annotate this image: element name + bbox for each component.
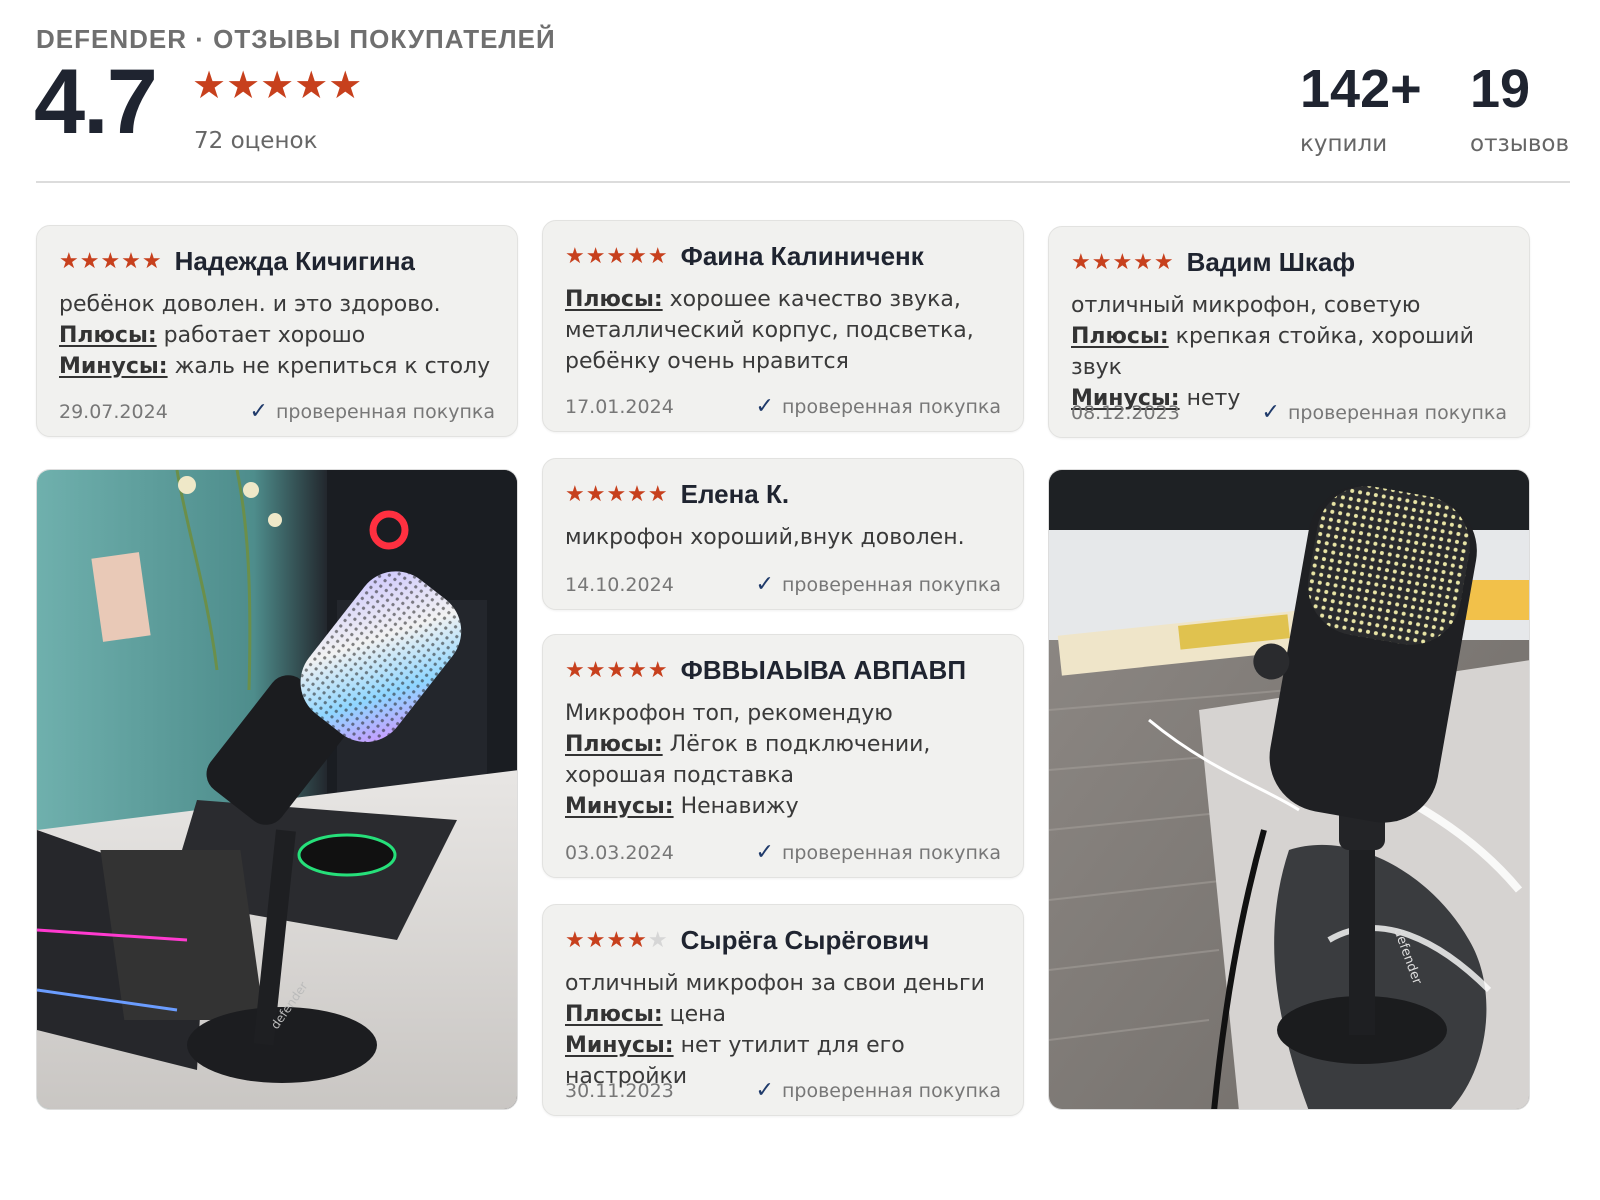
bought-count: 142+ [1300,59,1422,119]
review-photo[interactable]: defender [1048,469,1530,1110]
review-text: ребёнок доволен. и это здорово. [59,292,441,317]
review-stars: ★★★★★ [1071,250,1175,275]
review-text: микрофон хороший,внук доволен. [565,525,965,550]
checkmark-icon: ✓ [755,394,774,419]
review-author: Фаина Калиниченк [680,241,924,271]
minus-label: Минусы: [565,794,674,819]
review-card[interactable]: ★★★★★ Фаина Калиниченк Плюсы: хорошее ка… [542,220,1024,432]
plus-label: Плюсы: [59,323,157,348]
checkmark-icon: ✓ [755,840,774,865]
review-card[interactable]: ★★★★★ Сырёга Сырёгович отличный микрофон… [542,904,1024,1116]
review-text: отличный микрофон за свои деньги [565,971,985,996]
verified-label: проверенная покупка [781,395,1001,418]
review-date: 29.07.2024 [59,400,168,423]
reviews-stat: 19 отзывов [1470,59,1570,158]
bought-stat: 142+ купили [1300,59,1422,158]
plus-label: Плюсы: [565,287,663,312]
review-date: 03.03.2024 [565,841,674,864]
review-date: 17.01.2024 [565,395,674,418]
verified-badge: ✓ проверенная покупка [1262,400,1507,425]
average-rating: 4.7 [34,51,158,153]
review-stars: ★★★★★ [565,244,669,269]
filled-stars: ★★★★ [565,928,648,953]
verified-badge: ✓ проверенная покупка [250,399,495,424]
review-card[interactable]: ★★★★★ Елена К. микрофон хороший,внук дов… [542,458,1024,610]
review-stars: ★★★★★ [565,928,669,953]
average-rating-stars: ★★★★★ [192,63,363,107]
review-plus: работает хорошо [163,323,366,348]
rating-count: 72 оценок [194,128,318,154]
microphone-photo-illustration: defender [1049,470,1529,1109]
review-stars: ★★★★★ [565,482,669,507]
review-card[interactable]: ★★★★★ Надежда Кичигина ребёнок доволен. … [36,225,518,437]
verified-badge: ✓ проверенная покупка [756,1078,1001,1103]
review-date: 14.10.2024 [565,573,674,596]
review-author: Вадим Шкаф [1186,247,1356,277]
verified-label: проверенная покупка [781,841,1001,864]
plus-label: Плюсы: [565,732,663,757]
review-author: ФВВЫАЫВА АВПАВП [680,655,967,685]
checkmark-icon: ✓ [1261,400,1280,425]
plus-label: Плюсы: [1071,324,1169,349]
verified-badge: ✓ проверенная покупка [756,572,1001,597]
review-photo[interactable]: defender [36,469,518,1110]
checkmark-icon: ✓ [249,399,268,424]
review-minus: Ненавижу [680,794,799,819]
verified-badge: ✓ проверенная покупка [756,840,1001,865]
review-author: Елена К. [680,479,790,509]
verified-label: проверенная покупка [781,573,1001,596]
verified-badge: ✓ проверенная покупка [756,394,1001,419]
verified-label: проверенная покупка [781,1079,1001,1102]
plus-label: Плюсы: [565,1002,663,1027]
verified-label: проверенная покупка [1287,401,1507,424]
verified-label: проверенная покупка [275,400,495,423]
review-stars: ★★★★★ [565,658,669,683]
review-date: 30.11.2023 [565,1079,674,1102]
bought-label: купили [1300,131,1388,158]
reviews-count: 19 [1470,59,1531,119]
review-author: Надежда Кичигина [174,246,416,276]
review-card[interactable]: ★★★★★ ФВВЫАЫВА АВПАВП Микрофон топ, реко… [542,634,1024,878]
review-minus: жаль не крепиться к столу [174,354,491,379]
review-plus: цена [669,1002,727,1027]
review-stars: ★★★★★ [59,249,163,274]
review-date: 08.12.2023 [1071,401,1180,424]
review-author: Сырёга Сырёгович [680,925,930,955]
checkmark-icon: ✓ [755,1078,774,1103]
minus-label: Минусы: [59,354,168,379]
empty-star: ★ [647,928,669,953]
microphone-photo-illustration: defender [37,470,517,1109]
review-text: Микрофон топ, рекомендую [565,701,893,726]
header-divider [36,181,1570,183]
review-card[interactable]: ★★★★★ Вадим Шкаф отличный микрофон, сове… [1048,226,1530,438]
minus-label: Минусы: [565,1033,674,1058]
review-text: отличный микрофон, советую [1071,293,1421,318]
reviews-label: отзывов [1470,131,1570,158]
checkmark-icon: ✓ [755,572,774,597]
